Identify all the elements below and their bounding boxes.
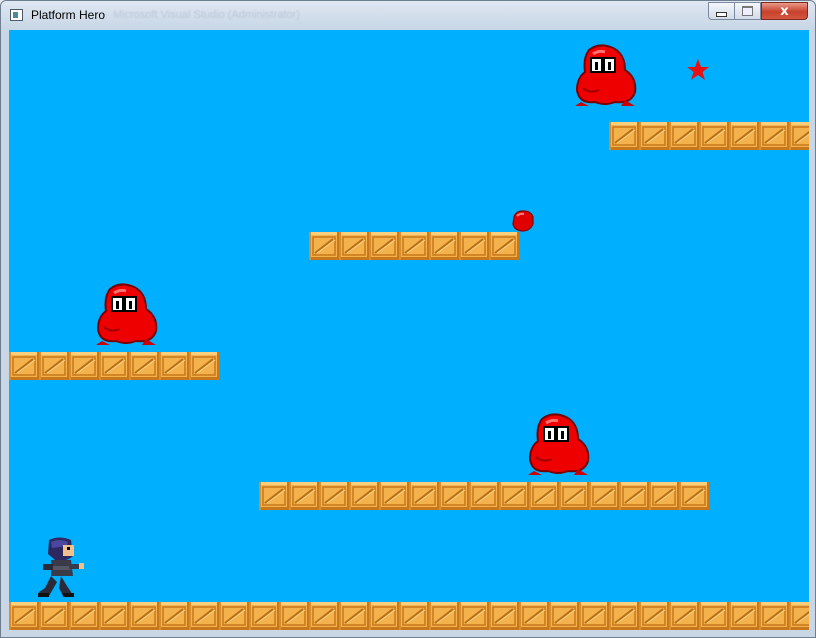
crate-block [38,602,70,630]
crate-block [259,482,290,510]
platform-middle [309,232,519,260]
crate-block [668,602,700,630]
monster-enemy [575,44,637,108]
crate-block [348,482,380,510]
crate-block [218,602,250,630]
close-icon: x [780,3,789,19]
crate-block [698,122,730,150]
crate-block [428,602,460,630]
crate-block [728,602,760,630]
crate-block [378,482,410,510]
crate-block [288,482,320,510]
minimize-icon [716,11,727,17]
maximize-icon [742,6,753,16]
crate-block [758,122,790,150]
close-button[interactable]: x [761,2,808,20]
crate-block [438,482,470,510]
platform-top-right [609,122,809,150]
crate-block [68,602,100,630]
minimize-button[interactable] [708,2,735,20]
player-character [38,537,84,597]
crate-block [9,352,40,380]
background-window-title: Microsoft Visual Studio (Administrator) [113,9,300,21]
platform-ground [9,602,809,630]
crate-block [488,232,519,260]
crate-block [668,122,700,150]
app-icon [10,9,23,21]
window-title: Platform Hero [31,8,106,22]
crate-block [638,602,670,630]
crate-block [278,602,310,630]
crate-block [158,352,190,380]
crate-block [308,602,340,630]
title-bar[interactable]: Platform Hero Microsoft Visual Studio (A… [1,1,815,29]
crate-block [128,352,160,380]
crate-block [128,602,160,630]
crate-block [678,482,709,510]
crate-block [428,232,460,260]
crate-block [788,602,809,630]
crate-block [408,482,440,510]
crate-block [158,602,190,630]
crate-block [188,352,219,380]
crate-block [728,122,760,150]
crate-block [398,232,430,260]
crate-block [618,482,650,510]
crate-block [318,482,350,510]
crate-block [558,482,590,510]
game-viewport[interactable] [9,30,809,630]
crate-block [648,482,680,510]
crate-block [458,232,490,260]
platform-left [9,352,219,380]
crate-block [398,602,430,630]
crate-block [609,122,640,150]
crate-block [608,602,640,630]
crate-block [338,602,370,630]
crate-block [98,602,130,630]
monster-enemy [96,283,158,347]
crate-block [188,602,220,630]
crate-block [368,232,400,260]
crate-block [458,602,490,630]
crate-block [578,602,610,630]
crate-block [638,122,670,150]
crate-block [68,352,100,380]
crate-block [788,122,809,150]
monster-enemy [528,413,590,477]
crate-block [98,352,130,380]
star-powerup [687,59,709,80]
crate-block [518,602,550,630]
crate-block [698,602,730,630]
crate-block [588,482,620,510]
crate-block [368,602,400,630]
maximize-button[interactable] [734,2,761,20]
crate-block [468,482,500,510]
crate-block [528,482,560,510]
crate-block [309,232,340,260]
crate-block [498,482,530,510]
crate-block [9,602,40,630]
crate-block [248,602,280,630]
platform-lower [259,482,709,510]
crate-block [488,602,520,630]
gem-collectible [512,210,534,232]
crate-block [338,232,370,260]
crate-block [548,602,580,630]
crate-block [38,352,70,380]
crate-block [758,602,790,630]
app-window: Platform Hero Microsoft Visual Studio (A… [0,0,816,638]
